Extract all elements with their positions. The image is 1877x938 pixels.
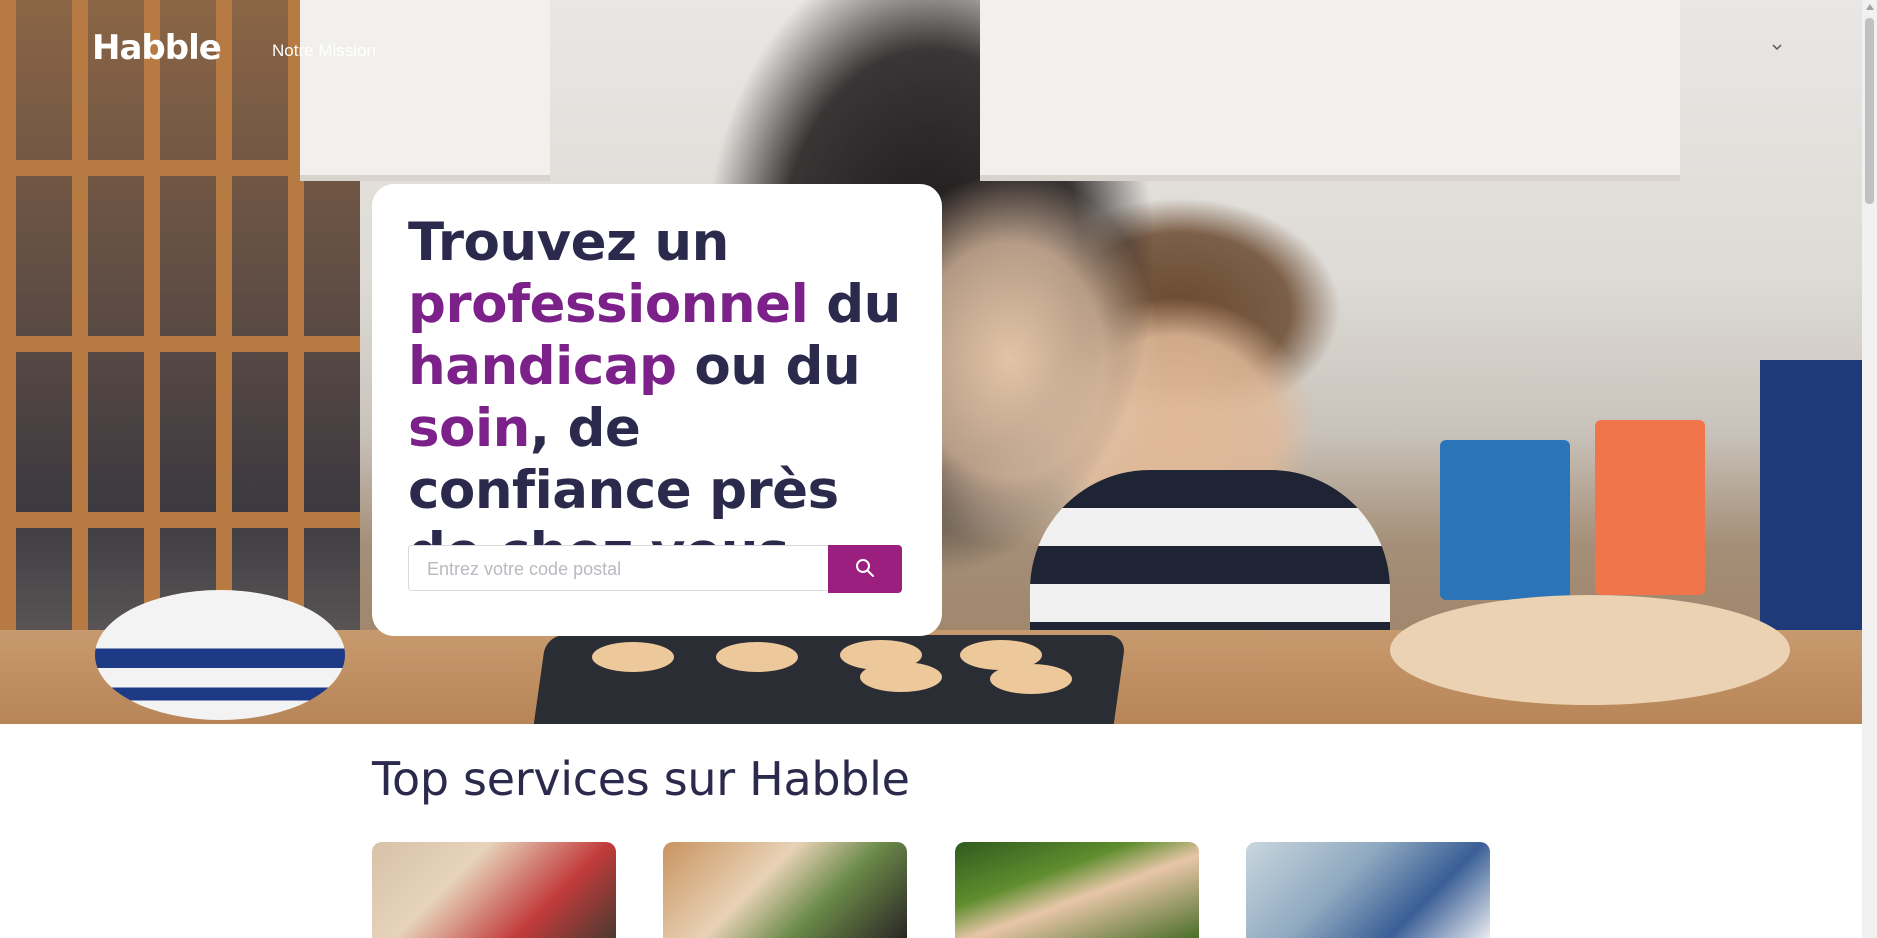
nav-link-notre-mission[interactable]: Notre Mission — [272, 41, 376, 61]
photo-cabinet — [980, 0, 1680, 181]
headline-highlight: professionnel — [408, 274, 809, 335]
headline-segment: du — [808, 274, 901, 335]
photo-muffin — [592, 642, 674, 672]
headline-highlight: handicap — [408, 336, 677, 397]
search-icon — [855, 558, 875, 581]
photo-orange-bag — [1595, 420, 1705, 595]
postal-code-field — [408, 545, 828, 592]
habble-logo[interactable]: Habble — [92, 28, 222, 68]
services-section-title: Top services sur Habble — [372, 752, 910, 806]
headline-segment: Trouvez un — [408, 212, 729, 273]
service-card-tutoring[interactable] — [372, 842, 616, 938]
photo-dark-box — [1760, 360, 1862, 660]
photo-muffin — [716, 642, 798, 672]
photo-muffin — [990, 664, 1072, 694]
postal-code-input[interactable] — [425, 546, 824, 592]
scrollbar-thumb[interactable] — [1865, 18, 1874, 204]
service-card-outdoor[interactable] — [955, 842, 1199, 938]
hero-headline: Trouvez un professionnel du handicap ou … — [408, 212, 928, 584]
headline-segment: ou du — [676, 336, 861, 397]
photo-mixing-bowl — [1390, 595, 1790, 705]
service-card-adult-care[interactable] — [1246, 842, 1490, 938]
scroll-up-arrow-icon[interactable] — [1866, 4, 1874, 10]
chevron-down-icon[interactable] — [1770, 40, 1784, 54]
search-button[interactable] — [828, 545, 902, 593]
photo-cabinet — [300, 0, 550, 181]
photo-blue-bag — [1440, 440, 1570, 600]
photo-muffin — [860, 662, 942, 692]
headline-highlight: soin — [408, 398, 530, 459]
photo-blue-striped-bowl — [95, 590, 345, 720]
service-card-classroom[interactable] — [663, 842, 907, 938]
